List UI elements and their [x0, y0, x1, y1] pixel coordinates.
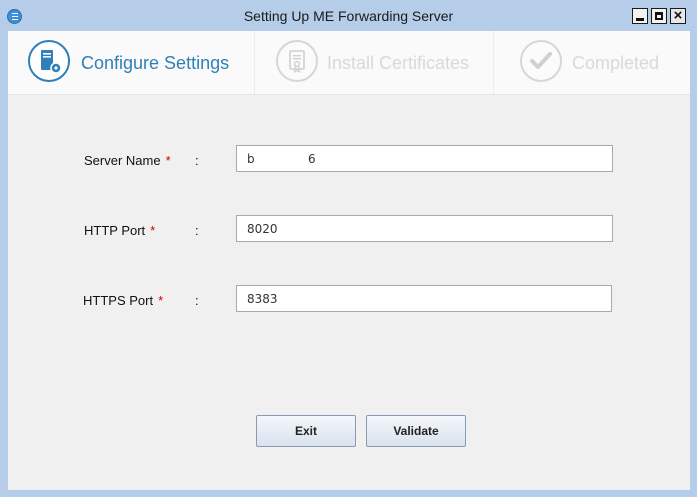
exit-button[interactable]: Exit	[256, 415, 356, 447]
wizard-body: Configure Settings Install Certificates	[8, 31, 690, 490]
minimize-icon[interactable]	[632, 8, 648, 24]
https-port-field[interactable]	[236, 285, 612, 312]
step-label: Configure Settings	[81, 53, 230, 73]
required-marker: *	[158, 293, 164, 308]
installer-window: Setting Up ME Forwarding Server × Config…	[0, 0, 697, 497]
wizard-steps: Configure Settings Install Certificates	[8, 31, 690, 95]
certificate-icon	[276, 40, 318, 82]
server-name-label: Server Name *	[84, 153, 171, 168]
close-icon[interactable]: ×	[670, 7, 686, 24]
maximize-icon[interactable]	[651, 8, 667, 24]
http-port-field[interactable]	[236, 215, 613, 242]
validate-button[interactable]: Validate	[366, 415, 466, 447]
step-configure-settings: Configure Settings	[8, 31, 255, 94]
server-name-field[interactable]	[236, 145, 613, 172]
http-port-label: HTTP Port *	[84, 223, 156, 238]
step-install-certificates: Install Certificates	[255, 31, 494, 94]
step-completed: Completed	[494, 31, 690, 94]
checkmark-icon	[520, 40, 562, 82]
step-label: Install Certificates	[327, 53, 470, 73]
separator: :	[195, 223, 199, 238]
server-settings-icon	[28, 40, 70, 82]
required-marker: *	[150, 223, 156, 238]
https-port-label: HTTPS Port *	[83, 293, 164, 308]
window-title: Setting Up ME Forwarding Server	[243, 8, 454, 24]
separator: :	[195, 153, 199, 168]
required-marker: *	[165, 153, 171, 168]
separator: :	[195, 293, 199, 308]
title-bar[interactable]: Setting Up ME Forwarding Server ×	[0, 0, 697, 30]
step-label: Completed	[572, 53, 660, 73]
